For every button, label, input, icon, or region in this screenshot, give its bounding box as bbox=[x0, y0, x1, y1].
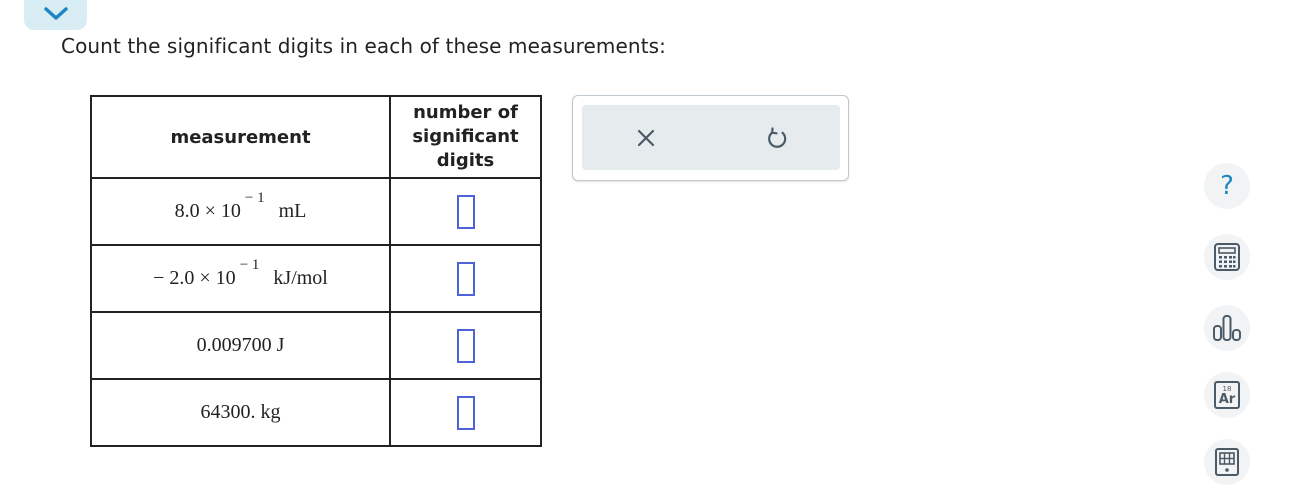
answer-cell bbox=[389, 311, 542, 380]
table-header-row: measurement number of significant digits bbox=[90, 95, 542, 179]
bar-chart-icon bbox=[1213, 315, 1241, 341]
sign: − bbox=[153, 267, 170, 289]
collapse-tab[interactable] bbox=[24, 0, 87, 30]
answer-tools-panel bbox=[572, 95, 849, 181]
periodic-table-icon: 18 Ar bbox=[1214, 381, 1240, 409]
help-icon: ? bbox=[1220, 171, 1234, 201]
answer-cell bbox=[389, 177, 542, 246]
measurement-cell: 0.009700 J bbox=[90, 311, 391, 380]
measurement-cell: − 2.0 × 10− 1 kJ/mol bbox=[90, 244, 391, 313]
header-line: significant bbox=[412, 126, 519, 147]
answer-input[interactable] bbox=[456, 395, 475, 430]
measurement-cell: 64300. kg bbox=[90, 378, 391, 447]
answer-input[interactable] bbox=[456, 194, 475, 229]
measurement-value: 0.009700 J bbox=[196, 334, 285, 356]
unit: kJ/mol bbox=[273, 267, 328, 289]
measurement-value: 8.0 × 10− 1 mL bbox=[174, 190, 307, 222]
mantissa: 8.0 × 10 bbox=[174, 200, 241, 222]
measurements-table: measurement number of significant digits… bbox=[90, 95, 542, 447]
undo-icon bbox=[768, 127, 787, 148]
table-row: − 2.0 × 10− 1 kJ/mol bbox=[90, 244, 542, 313]
header-line: number of bbox=[413, 102, 518, 123]
answer-tools-bar bbox=[582, 105, 840, 170]
header-significant-digits: number of significant digits bbox=[389, 95, 542, 179]
x-icon bbox=[637, 129, 655, 147]
measurement-value: − 2.0 × 10− 1 kJ/mol bbox=[153, 257, 328, 289]
header-measurement: measurement bbox=[90, 95, 391, 179]
exponent: − 1 bbox=[244, 190, 265, 206]
question-prompt: Count the significant digits in each of … bbox=[61, 34, 666, 58]
mantissa: 2.0 × 10 bbox=[169, 267, 236, 289]
answer-cell bbox=[389, 378, 542, 447]
periodic-table-button[interactable]: 18 Ar bbox=[1204, 372, 1250, 418]
table-row: 0.009700 J bbox=[90, 311, 542, 380]
calculator-button[interactable] bbox=[1204, 234, 1250, 280]
table-row: 64300. kg bbox=[90, 378, 542, 447]
answer-cell bbox=[389, 244, 542, 313]
answer-input[interactable] bbox=[456, 328, 475, 363]
measurement-value: 64300. kg bbox=[200, 401, 281, 423]
answer-input[interactable] bbox=[456, 261, 475, 296]
element-symbol: Ar bbox=[1218, 392, 1236, 407]
chevron-down-icon bbox=[43, 7, 68, 20]
reference-book-icon bbox=[1215, 448, 1239, 476]
exponent: − 1 bbox=[239, 257, 260, 273]
clear-button[interactable] bbox=[633, 125, 659, 151]
measurement-cell: 8.0 × 10− 1 mL bbox=[90, 177, 391, 246]
header-line: digits bbox=[436, 150, 495, 171]
reference-button[interactable] bbox=[1204, 439, 1250, 485]
calculator-icon bbox=[1214, 243, 1240, 271]
data-analysis-button[interactable] bbox=[1204, 305, 1250, 351]
help-button[interactable]: ? bbox=[1204, 163, 1250, 209]
unit: mL bbox=[278, 200, 307, 222]
undo-button[interactable] bbox=[764, 125, 790, 151]
table-row: 8.0 × 10− 1 mL bbox=[90, 177, 542, 246]
